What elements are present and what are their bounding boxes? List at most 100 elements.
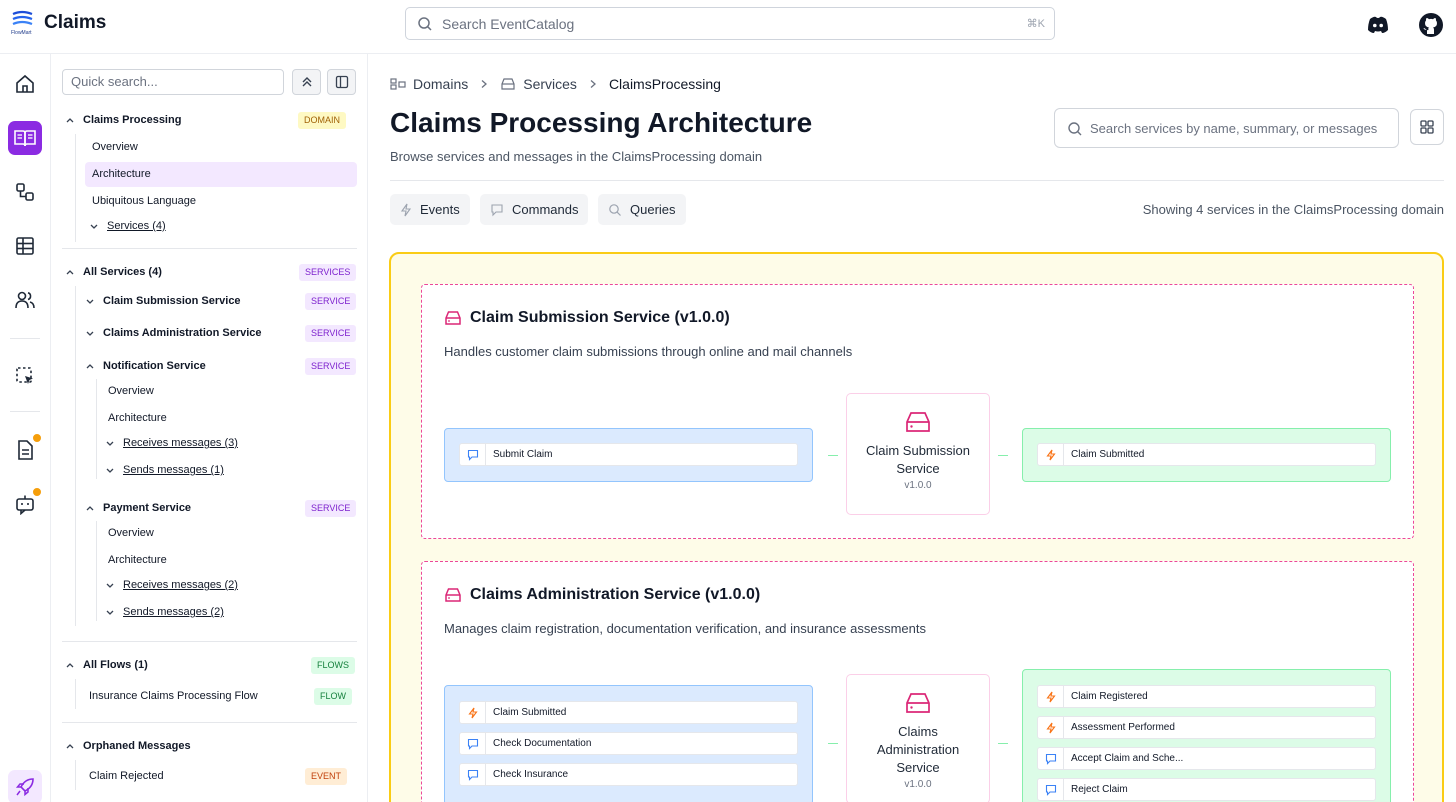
server-icon bbox=[847, 691, 989, 715]
chevron-up-icon bbox=[63, 741, 77, 751]
docs-icon[interactable] bbox=[8, 121, 42, 155]
server-icon bbox=[444, 587, 462, 603]
service-search-input[interactable]: Search services by name, summary, or mes… bbox=[1054, 108, 1399, 148]
tree-line bbox=[75, 134, 76, 242]
chevron-down-icon bbox=[103, 580, 117, 590]
chevrons-up-icon bbox=[302, 77, 311, 87]
receives-group: Submit Claim bbox=[444, 428, 813, 482]
global-search-input[interactable]: Search EventCatalog ⌘K bbox=[405, 7, 1055, 40]
sidebar-item-insurance-claims-flow[interactable]: Insurance Claims Processing Flow bbox=[89, 685, 258, 707]
sidebar-item-sends-messages[interactable]: Sends messages (2) bbox=[103, 601, 224, 623]
filter-events-button[interactable]: Events bbox=[390, 194, 470, 225]
sidebar-service-claims-administration[interactable]: Claims Administration Service bbox=[83, 322, 262, 344]
sidebar: Quick search... Claims Processing DOMAIN… bbox=[51, 54, 368, 802]
server-icon bbox=[444, 310, 462, 326]
icon-rail bbox=[0, 54, 51, 802]
sidebar-section-claims-processing[interactable]: Claims Processing bbox=[63, 109, 181, 131]
sidebar-item-architecture[interactable]: Architecture bbox=[108, 407, 167, 429]
selection-icon[interactable] bbox=[8, 359, 42, 393]
sidebar-service-notification[interactable]: Notification Service bbox=[83, 355, 206, 377]
chevron-down-icon bbox=[87, 221, 101, 231]
sidebar-section-all-flows[interactable]: All Flows (1) bbox=[63, 654, 148, 676]
message-node-command[interactable]: Accept Claim and Sche... bbox=[1037, 747, 1376, 770]
flowmart-logo: FlowMart bbox=[10, 10, 36, 36]
global-search-placeholder: Search EventCatalog bbox=[442, 16, 575, 32]
message-node-command[interactable]: Check Insurance bbox=[459, 763, 798, 786]
notification-dot bbox=[32, 433, 42, 443]
chevron-up-icon bbox=[63, 660, 77, 670]
sidebar-item-overview[interactable]: Overview bbox=[108, 522, 154, 544]
sidebar-service-claim-submission[interactable]: Claim Submission Service bbox=[83, 290, 241, 312]
page-subtitle: Browse services and messages in the Clai… bbox=[390, 149, 763, 164]
sidebar-item-services[interactable]: Services (4) bbox=[87, 215, 166, 237]
bolt-icon bbox=[1038, 717, 1064, 738]
message-node-command[interactable]: Reject Claim bbox=[1037, 778, 1376, 801]
chevron-down-icon bbox=[83, 328, 97, 338]
service-node[interactable]: Claim Submission Service v1.0.0 bbox=[846, 393, 990, 515]
service-node-version: v1.0.0 bbox=[904, 779, 932, 790]
home-icon[interactable] bbox=[8, 67, 42, 101]
sends-group: Claim Registered Assessment Performed Ac… bbox=[1022, 669, 1391, 802]
service-node[interactable]: Claims Administration Service v1.0.0 bbox=[846, 674, 990, 802]
event-badge: EVENT bbox=[305, 768, 348, 785]
sidebar-item-overview[interactable]: Overview bbox=[108, 380, 154, 402]
service-badge: SERVICE bbox=[305, 358, 357, 375]
sidebar-item-claim-rejected[interactable]: Claim Rejected bbox=[89, 765, 164, 787]
rocket-icon[interactable] bbox=[8, 770, 42, 802]
chevron-down-icon bbox=[103, 438, 117, 448]
users-icon[interactable] bbox=[8, 283, 42, 317]
search-icon bbox=[417, 16, 433, 37]
chat-bot-icon[interactable] bbox=[8, 487, 42, 521]
message-node-event[interactable]: Claim Registered bbox=[1037, 685, 1376, 708]
table-icon[interactable] bbox=[8, 229, 42, 263]
breadcrumb-services[interactable]: Services bbox=[500, 76, 577, 92]
message-node-command[interactable]: Check Documentation bbox=[459, 732, 798, 755]
message-node-command[interactable]: Submit Claim bbox=[459, 443, 798, 466]
message-icon bbox=[460, 444, 486, 465]
sidebar-divider bbox=[62, 722, 357, 723]
service-title[interactable]: Claim Submission Service (v1.0.0) bbox=[444, 309, 730, 327]
sidebar-item-receives-messages[interactable]: Receives messages (2) bbox=[103, 574, 238, 596]
message-node-event[interactable]: Assessment Performed bbox=[1037, 716, 1376, 739]
sidebar-section-all-services[interactable]: All Services (4) bbox=[63, 261, 162, 283]
chevron-down-icon bbox=[63, 115, 77, 125]
sidebar-item-receives-messages[interactable]: Receives messages (3) bbox=[103, 432, 238, 454]
service-description: Handles customer claim submissions throu… bbox=[444, 344, 853, 359]
toggle-sidebar-button[interactable] bbox=[327, 69, 356, 95]
visualizer-icon[interactable] bbox=[8, 175, 42, 209]
service-node-name: Claim Submission Service bbox=[865, 443, 971, 476]
sidebar-item-sends-messages[interactable]: Sends messages (1) bbox=[103, 459, 224, 481]
quick-search-input[interactable]: Quick search... bbox=[62, 69, 284, 95]
service-badge: SERVICE bbox=[305, 500, 357, 517]
sidebar-item-overview[interactable]: Overview bbox=[92, 136, 138, 158]
tree-line bbox=[75, 286, 76, 626]
sidebar-item-ubiquitous-language[interactable]: Ubiquitous Language bbox=[92, 190, 196, 212]
discord-icon[interactable] bbox=[1365, 12, 1391, 38]
message-node-event[interactable]: Claim Submitted bbox=[1037, 443, 1376, 466]
notes-icon[interactable] bbox=[8, 433, 42, 467]
message-icon bbox=[460, 733, 486, 754]
sidebar-divider bbox=[62, 248, 357, 249]
service-title[interactable]: Claims Administration Service (v1.0.0) bbox=[444, 586, 760, 604]
sidebar-item-architecture[interactable]: Architecture bbox=[92, 163, 151, 185]
sidebar-section-orphaned-messages[interactable]: Orphaned Messages bbox=[63, 735, 191, 757]
breadcrumb-domains[interactable]: Domains bbox=[390, 76, 468, 92]
chevron-down-icon bbox=[103, 465, 117, 475]
message-node-event[interactable]: Claim Submitted bbox=[459, 701, 798, 724]
flow-badge: FLOW bbox=[314, 688, 352, 705]
chevron-up-icon bbox=[83, 361, 97, 371]
main-content: Domains Services ClaimsProcessing Claims… bbox=[368, 54, 1456, 802]
sidebar-item-architecture[interactable]: Architecture bbox=[108, 549, 167, 571]
bolt-icon bbox=[400, 203, 412, 217]
sidebar-service-payment[interactable]: Payment Service bbox=[83, 497, 191, 519]
message-icon bbox=[460, 764, 486, 785]
filter-queries-button[interactable]: Queries bbox=[598, 194, 686, 225]
brand[interactable]: FlowMart Claims bbox=[10, 10, 106, 36]
connector-line bbox=[998, 455, 1008, 456]
service-node-version: v1.0.0 bbox=[904, 480, 932, 491]
github-icon[interactable] bbox=[1418, 12, 1444, 38]
grid-view-button[interactable] bbox=[1410, 109, 1444, 145]
page-title: Claims Processing Architecture bbox=[390, 107, 813, 138]
collapse-all-button[interactable] bbox=[292, 69, 321, 95]
filter-commands-button[interactable]: Commands bbox=[480, 194, 589, 225]
